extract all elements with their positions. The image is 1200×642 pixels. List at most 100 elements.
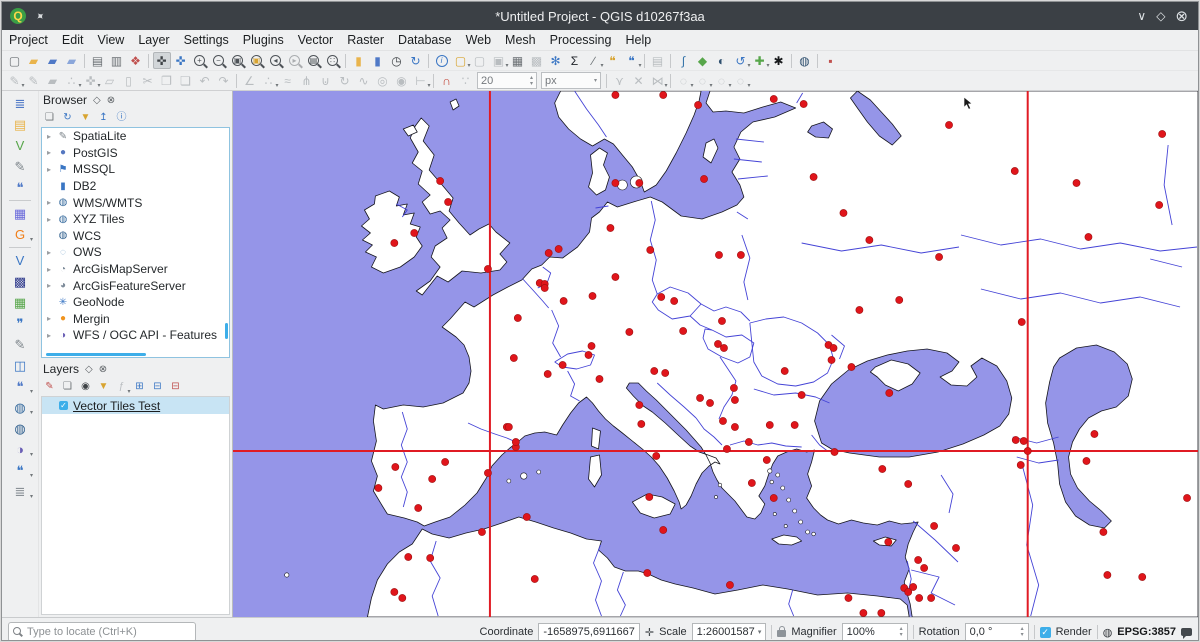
filter-by-expression-icon[interactable]: ƒ▾ <box>114 380 130 395</box>
expander-icon[interactable]: ▸ <box>42 331 56 340</box>
layers-float-icon[interactable]: ◇ <box>85 364 93 375</box>
browser-item-db2[interactable]: ▮DB2 <box>42 178 229 195</box>
add-wms-layer-icon[interactable]: ❝▾ <box>7 376 33 397</box>
current-edits-icon[interactable]: ✎▾ <box>6 72 24 89</box>
snapping-tolerance-spinbox[interactable]: 20▴▾ <box>477 72 537 89</box>
scale-combo[interactable]: 1:26001587 ▾ <box>692 623 767 641</box>
menu-processing[interactable]: Processing <box>543 31 619 49</box>
self-snapping-icon[interactable]: ⋈▾ <box>649 72 667 89</box>
redo-icon[interactable]: ↷ <box>215 72 233 89</box>
digitize-with-segment-icon[interactable]: ∴▾ <box>63 72 81 89</box>
map-canvas[interactable] <box>232 91 1198 617</box>
remove-layer-icon[interactable]: ⊟ <box>168 380 184 395</box>
metasearch-icon[interactable]: ◍ <box>796 52 814 69</box>
add-group-icon[interactable]: ❏ <box>60 380 76 395</box>
new-print-layout-icon[interactable]: ▤ <box>89 52 107 69</box>
save-layer-edits-icon[interactable]: ▰ <box>44 72 62 89</box>
expander-icon[interactable]: ▸ <box>42 215 56 224</box>
new-project-icon[interactable]: ▢ <box>6 52 24 69</box>
extent-icon[interactable]: ✛ <box>645 626 654 639</box>
browser-item-postgis[interactable]: ▸●PostGIS <box>42 145 229 162</box>
add-wcs-layer-icon[interactable]: ◍▾ <box>7 397 33 418</box>
menu-edit[interactable]: Edit <box>55 31 91 49</box>
browser-item-arcgisfeatureserver[interactable]: ▸◕ArcGisFeatureServer <box>42 277 229 294</box>
fill-ring-icon[interactable]: ◉ <box>393 72 411 89</box>
browser-item-wms-wmts[interactable]: ▸◍WMS/WMTS <box>42 194 229 211</box>
zoom-to-selection-icon[interactable]: ▣ <box>248 52 266 69</box>
zoom-in-icon[interactable]: + <box>191 52 209 69</box>
identify-features-icon[interactable]: i <box>433 52 451 69</box>
statistics-icon[interactable]: Σ <box>566 52 584 69</box>
digitize-curve-icon[interactable]: ◌▾ <box>694 72 712 89</box>
split-features-icon[interactable]: ⋔ <box>298 72 316 89</box>
field-calculator-icon[interactable]: ▩ <box>528 52 546 69</box>
new-bookmark-icon[interactable]: ▮ <box>350 52 368 69</box>
zoom-to-layer-icon[interactable]: ▤ <box>305 52 323 69</box>
menu-vector[interactable]: Vector <box>291 31 340 49</box>
paste-features-icon[interactable]: ❏ <box>177 72 195 89</box>
snapping-on-intersection-icon[interactable]: ✕ <box>630 72 648 89</box>
deselect-features-icon[interactable]: ▢ <box>471 52 489 69</box>
save-project-icon[interactable]: ▰ <box>44 52 62 69</box>
save-project-as-icon[interactable]: ▰ <box>63 52 81 69</box>
help-feedback-icon[interactable]: ▪ <box>822 52 840 69</box>
refresh-map-icon[interactable]: ↻ <box>407 52 425 69</box>
move-feature-icon[interactable]: ✜▾ <box>82 72 100 89</box>
menu-mesh[interactable]: Mesh <box>498 31 543 49</box>
browser-item-arcgismapserver[interactable]: ▸◔ArcGisMapServer <box>42 261 229 278</box>
add-delimited-text-layer-icon[interactable]: ❝ <box>7 177 33 198</box>
open-layer-styling-icon[interactable]: ✎ <box>42 380 58 395</box>
browser-item-geonode[interactable]: ✳GeoNode <box>42 294 229 311</box>
menu-project[interactable]: Project <box>2 31 55 49</box>
add-virtual-layer-icon[interactable]: ◫ <box>7 355 33 376</box>
magnifier-spinbox[interactable]: 100% ▴▾ <box>842 623 908 641</box>
first-aid-debug-icon[interactable]: ✱ <box>770 52 788 69</box>
zoom-last-icon[interactable]: ◂ <box>267 52 285 69</box>
add-wfs-layer-icon[interactable]: ◍ <box>7 418 33 439</box>
layer-visibility-checkbox[interactable]: ✓ <box>59 401 68 410</box>
locator-input[interactable]: Type to locate (Ctrl+K) <box>8 622 196 641</box>
add-arcgis-layer-icon[interactable]: ◑▾ <box>7 439 33 460</box>
collapse-all-icon[interactable]: ↥ <box>96 111 112 126</box>
manage-map-themes-icon[interactable]: ◉ <box>78 380 94 395</box>
browser-float-icon[interactable]: ◇ <box>93 95 101 106</box>
menu-web[interactable]: Web <box>459 31 498 49</box>
undo-icon[interactable]: ↶ <box>196 72 214 89</box>
vertex-tool-icon[interactable]: ▱ <box>101 72 119 89</box>
spin-arrows-icon[interactable]: ▴▾ <box>900 626 903 638</box>
coordinate-field[interactable]: -1658975,6911667 <box>538 623 640 641</box>
grass-tools-icon[interactable]: G▾ <box>7 224 33 245</box>
expander-icon[interactable]: ▸ <box>42 281 56 290</box>
install-plugin-icon[interactable]: ✚▾ <box>751 52 769 69</box>
menu-settings[interactable]: Settings <box>177 31 236 49</box>
toggle-editing-icon[interactable]: ✎ <box>25 72 43 89</box>
close-button[interactable]: ⊗ <box>1175 7 1188 25</box>
python-console-icon[interactable]: ∫ <box>675 52 693 69</box>
stream-digitizing-icon[interactable]: ◌▾ <box>713 72 731 89</box>
open-attribute-table-icon[interactable]: ▦ <box>509 52 527 69</box>
rotation-spinbox[interactable]: 0,0 ° ▴▾ <box>965 623 1029 641</box>
zoom-next-icon[interactable]: ▸ <box>286 52 304 69</box>
add-postgis-layer-icon[interactable]: ▩ <box>7 271 33 292</box>
qgis-hub-icon[interactable]: ◐ <box>713 52 731 69</box>
expander-icon[interactable]: ▸ <box>42 132 56 141</box>
rotate-feature-icon[interactable]: ↻ <box>336 72 354 89</box>
select-by-form-icon[interactable]: ▣▾ <box>490 52 508 69</box>
open-project-icon[interactable]: ▰ <box>25 52 43 69</box>
add-raster-layer-icon[interactable]: ▦ <box>7 203 33 224</box>
processing-toolbox-icon[interactable]: ✻ <box>547 52 565 69</box>
processing-history-icon[interactable]: ↺▾ <box>732 52 750 69</box>
add-point-cloud-layer-icon[interactable]: ≣▾ <box>7 481 33 502</box>
add-raster-db-layer-icon[interactable]: ▦ <box>7 292 33 313</box>
measure-icon[interactable]: ∕▾ <box>585 52 603 69</box>
copy-features-icon[interactable]: ❐ <box>158 72 176 89</box>
temporal-controller-icon[interactable]: ◷ <box>388 52 406 69</box>
menu-database[interactable]: Database <box>391 31 459 49</box>
browser-item-mergin[interactable]: ▸●Mergin <box>42 311 229 328</box>
advanced-digitizing-icon[interactable]: ∠ <box>241 72 259 89</box>
snapping-unit-combo[interactable]: px▾ <box>541 72 601 89</box>
show-bookmarks-icon[interactable]: ▮ <box>369 52 387 69</box>
layer-item-vector-tiles-test[interactable]: ✓Vector Tiles Test <box>42 397 229 414</box>
crs-indicator[interactable]: EPSG:3857 <box>1117 626 1176 638</box>
add-selected-layers-icon[interactable]: ❏ <box>42 111 58 126</box>
